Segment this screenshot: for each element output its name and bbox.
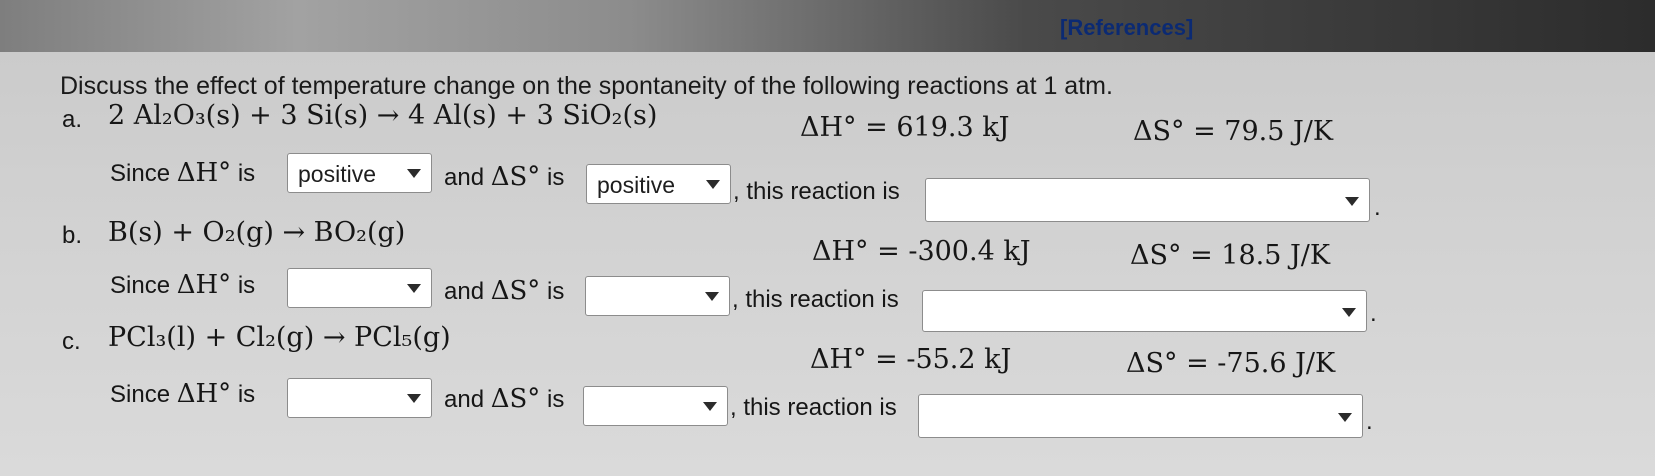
reaction-a-entropy: ΔS° = 79.5 J/K	[1133, 116, 1334, 147]
reaction-b-since-label: Since ΔH° is	[110, 270, 256, 300]
reaction-c-and-label: and ΔS° is	[444, 384, 565, 414]
reaction-c-conclusion-select[interactable]	[918, 394, 1363, 438]
chevron-down-icon	[407, 284, 421, 293]
chevron-down-icon	[407, 394, 421, 403]
reaction-b-entropy: ΔS° = 18.5 J/K	[1130, 240, 1331, 271]
chevron-down-icon	[706, 180, 720, 189]
reaction-c-label: c.	[62, 328, 81, 355]
reaction-b-dh-sign-select[interactable]	[287, 268, 432, 308]
reaction-a-dh-sign-select[interactable]: positive	[287, 153, 432, 193]
reaction-b-conclusion-select[interactable]	[922, 290, 1367, 332]
reaction-b-enthalpy: ΔH° = -300.4 kJ	[812, 236, 1031, 267]
reaction-b-label: b.	[62, 222, 83, 249]
reaction-c-ds-sign-select[interactable]	[583, 386, 728, 426]
reaction-a-period: .	[1374, 194, 1381, 221]
top-bar: [References]	[0, 0, 1655, 52]
reaction-c-entropy: ΔS° = -75.6 J/K	[1126, 348, 1336, 379]
reaction-b-equation: B(s) + O₂(g) → BO₂(g)	[108, 217, 406, 248]
reaction-b-conclusion-label: , this reaction is	[732, 286, 899, 313]
chevron-down-icon	[1345, 197, 1359, 206]
reaction-c-conclusion-label: , this reaction is	[730, 394, 897, 421]
reaction-a-ds-sign-select[interactable]: positive	[586, 164, 731, 204]
reaction-c-enthalpy: ΔH° = -55.2 kJ	[810, 344, 1012, 375]
reaction-b-ds-sign-select[interactable]	[585, 276, 730, 316]
chevron-down-icon	[1338, 413, 1352, 422]
chevron-down-icon	[705, 292, 719, 301]
reaction-c-dh-sign-select[interactable]	[287, 378, 432, 418]
reaction-a-conclusion-select[interactable]	[925, 178, 1370, 222]
reaction-a-equation: 2 Al₂O₃(s) + 3 Si(s) → 4 Al(s) + 3 SiO₂(…	[108, 100, 658, 131]
reaction-c-equation: PCl₃(l) + Cl₂(g) → PCl₅(g)	[108, 322, 451, 353]
reaction-a-ds-sign-value: positive	[597, 172, 675, 198]
chevron-down-icon	[407, 169, 421, 178]
reaction-b-and-label: and ΔS° is	[444, 276, 565, 306]
reaction-c-period: .	[1366, 408, 1373, 435]
reaction-c-since-label: Since ΔH° is	[110, 379, 256, 409]
reaction-b-period: .	[1370, 300, 1377, 327]
reaction-a-and-label: and ΔS° is	[444, 162, 565, 192]
reaction-a-dh-sign-value: positive	[298, 161, 376, 187]
reaction-a-since-label: Since ΔH° is	[110, 158, 256, 188]
references-link[interactable]: [References]	[1060, 15, 1193, 41]
reaction-a-conclusion-label: , this reaction is	[733, 178, 900, 205]
reaction-a-enthalpy: ΔH° = 619.3 kJ	[800, 112, 1010, 143]
chevron-down-icon	[1342, 308, 1356, 317]
reaction-a-label: a.	[62, 106, 83, 133]
chevron-down-icon	[703, 402, 717, 411]
question-text: Discuss the effect of temperature change…	[60, 72, 1113, 100]
